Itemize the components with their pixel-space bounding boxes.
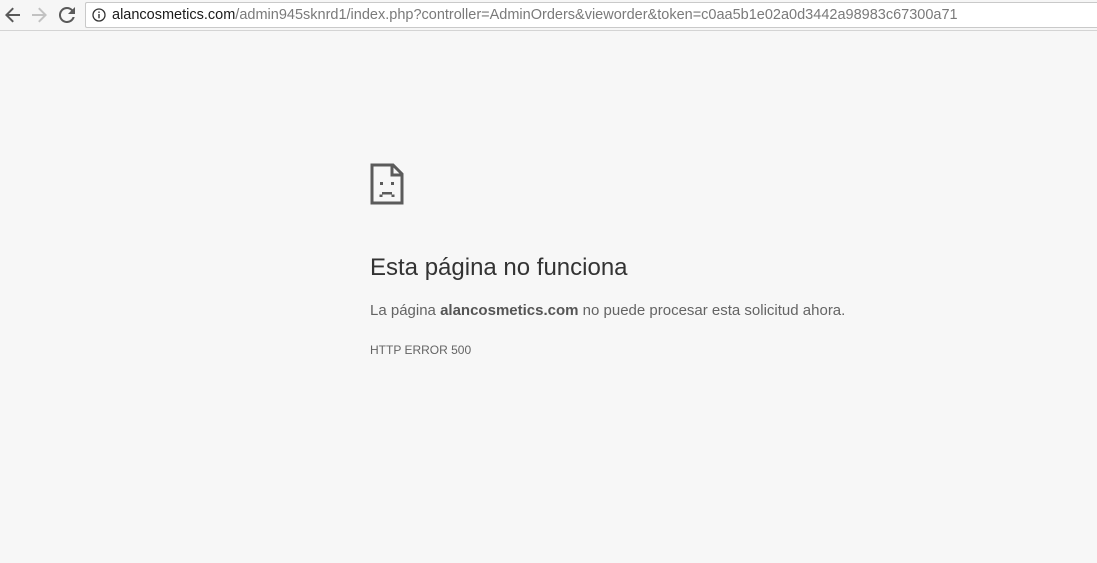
url-host: alancosmetics.com [112, 7, 236, 23]
error-title: Esta página no funciona [370, 254, 628, 281]
arrow-right-icon [32, 7, 47, 23]
error-description-prefix: La página [370, 302, 441, 319]
reload-icon [59, 7, 75, 23]
forward-button[interactable] [28, 4, 50, 26]
error-code: HTTP ERROR 500 [370, 343, 472, 357]
sad-page-icon [370, 163, 404, 205]
error-description-suffix: no puede procesar esta solicitud ahora. [578, 302, 846, 319]
arrow-left-icon [5, 7, 20, 23]
error-description-host: alancosmetics.com [440, 302, 579, 319]
url-path: /admin945sknrd1/index.php?controller=Adm… [235, 7, 958, 23]
reload-button[interactable] [56, 4, 78, 26]
address-bar[interactable]: alancosmetics.com/admin945sknrd1/index.p… [85, 2, 1097, 28]
error-description: La página alancosmetics.com no puede pro… [370, 302, 845, 319]
url-text[interactable]: alancosmetics.com/admin945sknrd1/index.p… [112, 7, 958, 23]
browser-toolbar: alancosmetics.com/admin945sknrd1/index.p… [0, 0, 1097, 31]
info-circle-icon[interactable] [92, 8, 106, 22]
back-button[interactable] [2, 4, 24, 26]
